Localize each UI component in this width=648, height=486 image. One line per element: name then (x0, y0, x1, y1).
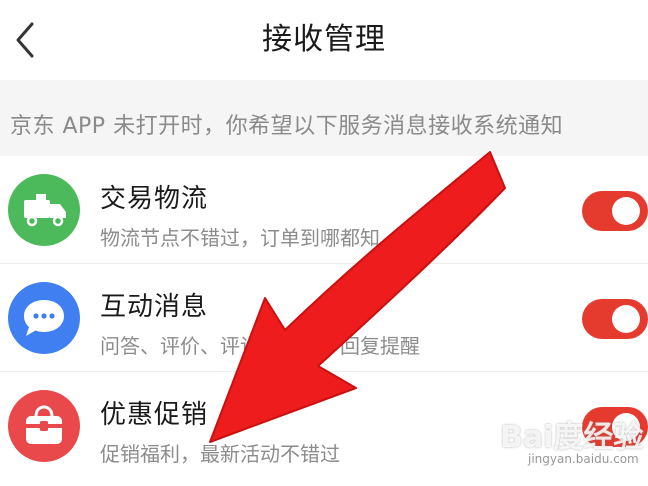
item-subtitle: 问答、评价、评论、点赞、回复提醒 (100, 334, 420, 358)
list-item-promotions: 优惠促销 促销福利，最新活动不错过 (0, 372, 648, 486)
list-item-trade-logistics: 交易物流 物流节点不错过，订单到哪都知 (0, 156, 648, 264)
toggle-knob (612, 413, 640, 441)
chat-bubble-icon (8, 282, 80, 354)
list-item-interactive-messages: 互动消息 问答、评价、评论、点赞、回复提醒 (0, 264, 648, 372)
item-title: 互动消息 (100, 292, 209, 322)
item-title: 优惠促销 (100, 400, 209, 430)
promotions-toggle[interactable] (582, 407, 648, 447)
delivery-truck-icon (8, 174, 80, 246)
item-title: 交易物流 (100, 184, 209, 214)
trade-logistics-toggle[interactable] (582, 191, 648, 231)
notice-text: 京东 APP 未打开时，你希望以下服务消息接收系统通知 (10, 114, 564, 139)
toggle-knob (612, 197, 640, 225)
nav-header: 接收管理 (0, 0, 648, 80)
toggle-knob (612, 305, 640, 333)
notification-settings-list: 交易物流 物流节点不错过，订单到哪都知 互动消息 问答、评价、评论、点赞、回复提… (0, 156, 648, 486)
item-subtitle: 物流节点不错过，订单到哪都知 (100, 226, 380, 250)
interactive-messages-toggle[interactable] (582, 299, 648, 339)
gift-bag-icon (8, 390, 80, 462)
page-title: 接收管理 (262, 22, 386, 57)
item-subtitle: 促销福利，最新活动不错过 (100, 442, 340, 466)
